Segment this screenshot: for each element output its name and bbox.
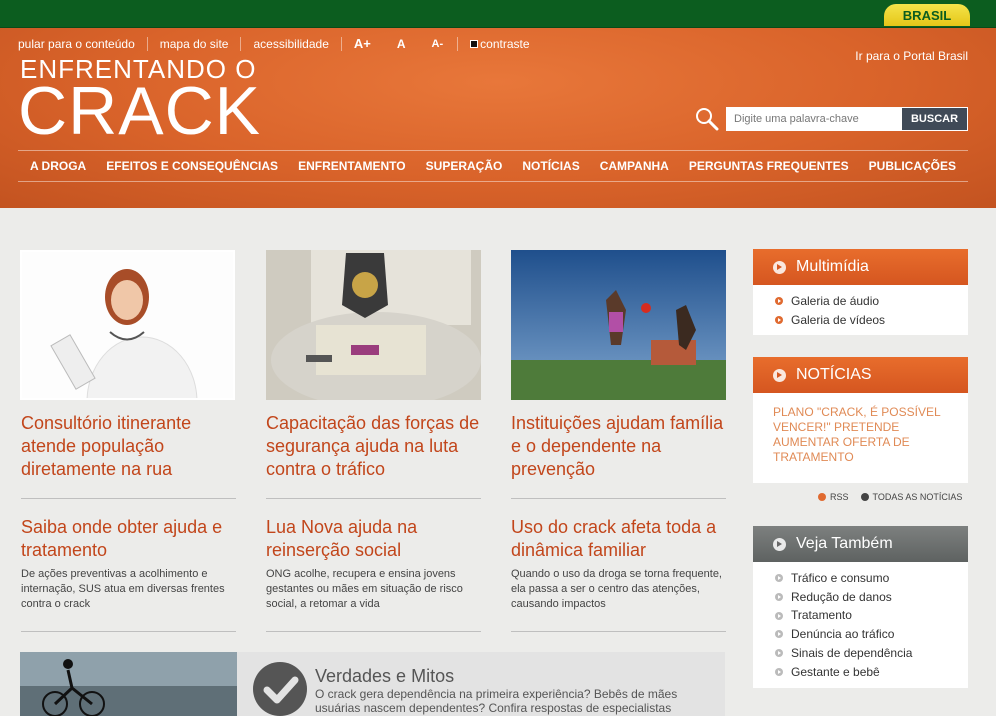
divider: [511, 631, 726, 632]
check-icon: [253, 662, 307, 716]
gov-top-bar: BRASIL: [0, 0, 996, 28]
feature-title-uso-crack[interactable]: Uso do crack afeta toda a dinâmica famil…: [511, 516, 736, 562]
feature-title-lua-nova[interactable]: Lua Nova ajuda na reinserção social: [266, 516, 491, 562]
bullet-icon: [775, 649, 783, 658]
card-title-capacitacao[interactable]: Capacitação das forças de segurança ajud…: [266, 412, 491, 481]
card-title-consultorio[interactable]: Consultório itinerante atende população …: [21, 412, 246, 481]
brasil-portal-link[interactable]: BRASIL: [884, 4, 970, 26]
all-news-label: TODAS AS NOTÍCIAS: [872, 492, 963, 502]
all-news-link[interactable]: TODAS AS NOTÍCIAS: [860, 492, 963, 502]
news-headline[interactable]: PLANO "CRACK, É POSSÍVEL VENCER!" PRETEN…: [753, 393, 968, 477]
bullet-icon: [775, 611, 783, 620]
see-also-item[interactable]: Denúncia ao tráfico: [775, 625, 968, 644]
see-also-label: Tratamento: [791, 608, 852, 623]
accessibility-link[interactable]: acessibilidade: [240, 37, 340, 51]
card-image-police[interactable]: [266, 250, 481, 400]
see-also-item[interactable]: Tratamento: [775, 606, 968, 625]
bullet-icon: [775, 316, 783, 325]
see-also-label: Tráfico e consumo: [791, 571, 890, 585]
rss-link[interactable]: RSS: [818, 492, 849, 502]
banner-desc: O crack gera dependência na primeira exp…: [315, 687, 678, 715]
see-also-box: Veja Também Tráfico e consumo Redução de…: [753, 526, 968, 688]
see-also-label: Sinais de dependência: [791, 645, 913, 660]
rss-icon: [818, 493, 826, 501]
multimedia-item-label: Galeria de áudio: [791, 294, 880, 308]
font-decrease-button[interactable]: A-: [414, 37, 458, 51]
see-also-label: Redução de danos: [791, 589, 892, 604]
feature-desc-ajuda: De ações preventivas a acolhimento e int…: [21, 568, 225, 610]
search-icon: [694, 106, 720, 132]
nav-noticias[interactable]: NOTÍCIAS: [522, 159, 579, 173]
divider: [266, 631, 481, 632]
skip-to-content-link[interactable]: pular para o conteúdo: [18, 37, 147, 51]
contrast-label: contraste: [480, 37, 530, 51]
multimedia-item-label: Galeria de vídeos: [791, 312, 886, 327]
search-bar: BUSCAR: [694, 106, 968, 132]
news-feeds: RSS TODAS AS NOTÍCIAS: [818, 492, 974, 502]
nav-perguntas[interactable]: PERGUNTAS FREQUENTES: [689, 159, 849, 173]
feature-desc-lua-nova: ONG acolhe, recupera e ensina jovens ges…: [266, 568, 463, 610]
arrow-circle-icon: [773, 368, 786, 382]
feature-desc-uso-crack: Quando o uso da droga se torna frequente…: [511, 568, 722, 610]
card-image-kids[interactable]: [511, 250, 726, 400]
nav-publicacoes[interactable]: PUBLICAÇÕES: [869, 159, 956, 173]
multimedia-box: Multimídia Galeria de áudio Galeria de v…: [753, 249, 968, 335]
nav-enfrentamento[interactable]: ENFRENTAMENTO: [298, 159, 406, 173]
see-also-item[interactable]: Gestante e bebê: [775, 663, 968, 682]
rss-label: RSS: [830, 492, 849, 502]
sitemap-link[interactable]: mapa do site: [146, 37, 241, 51]
myths-banner[interactable]: Verdades e Mitos O crack gera dependênci…: [237, 652, 725, 716]
utility-links: pular para o conteúdo mapa do site acess…: [18, 37, 530, 51]
divider: [266, 498, 481, 499]
contrast-toggle[interactable]: contraste: [457, 37, 530, 51]
see-also-label: Denúncia ao tráfico: [791, 627, 895, 642]
see-also-header: Veja Também: [753, 526, 968, 562]
divider: [511, 498, 726, 499]
banner-title: Verdades e Mitos: [315, 666, 455, 686]
banner-image-cyclist[interactable]: [20, 652, 237, 716]
multimedia-item-audio[interactable]: Galeria de áudio: [775, 292, 968, 311]
feature-title-ajuda[interactable]: Saiba onde obter ajuda e tratamento: [21, 516, 246, 562]
nav-superacao[interactable]: SUPERAÇÃO: [426, 159, 503, 173]
see-also-label: Gestante e bebê: [791, 664, 880, 679]
bullet-icon: [775, 574, 783, 583]
search-input[interactable]: [726, 107, 901, 131]
see-also-item[interactable]: Tráfico e consumo: [775, 569, 968, 588]
main-nav: A DROGA EFEITOS E CONSEQUÊNCIAS ENFRENTA…: [18, 150, 968, 182]
see-also-title: Veja Também: [796, 535, 893, 552]
nav-efeitos[interactable]: EFEITOS E CONSEQUÊNCIAS: [106, 159, 278, 173]
arrow-circle-icon: [860, 493, 869, 501]
font-normal-button[interactable]: A: [379, 37, 414, 51]
bullet-icon: [775, 630, 783, 639]
news-box: NOTÍCIAS PLANO "CRACK, É POSSÍVEL VENCER…: [753, 357, 968, 483]
multimedia-title: Multimídia: [796, 258, 869, 275]
arrow-circle-icon: [773, 260, 786, 274]
logo-line2[interactable]: CRACK: [18, 72, 261, 150]
multimedia-item-video[interactable]: Galeria de vídeos: [775, 311, 968, 330]
news-header: NOTÍCIAS: [753, 357, 968, 393]
see-also-item[interactable]: Sinais de dependência: [775, 644, 968, 663]
font-increase-button[interactable]: A+: [340, 37, 379, 51]
nav-campanha[interactable]: CAMPANHA: [600, 159, 669, 173]
nav-a-droga[interactable]: A DROGA: [30, 159, 86, 173]
search-button[interactable]: BUSCAR: [901, 107, 968, 131]
contrast-icon: [470, 40, 479, 48]
card-image-doctor[interactable]: [20, 250, 235, 400]
card-title-instituicoes[interactable]: Instituições ajudam família e o dependen…: [511, 412, 736, 481]
multimedia-header: Multimídia: [753, 249, 968, 285]
news-title: NOTÍCIAS: [796, 366, 872, 383]
divider: [21, 631, 236, 632]
arrow-circle-icon: [773, 537, 786, 551]
portal-brasil-link[interactable]: Ir para o Portal Brasil: [855, 49, 968, 63]
bullet-icon: [775, 297, 783, 306]
site-header: pular para o conteúdo mapa do site acess…: [0, 28, 996, 208]
bullet-icon: [775, 593, 783, 602]
divider: [21, 498, 236, 499]
bullet-icon: [775, 667, 783, 676]
see-also-item[interactable]: Redução de danos: [775, 588, 968, 607]
